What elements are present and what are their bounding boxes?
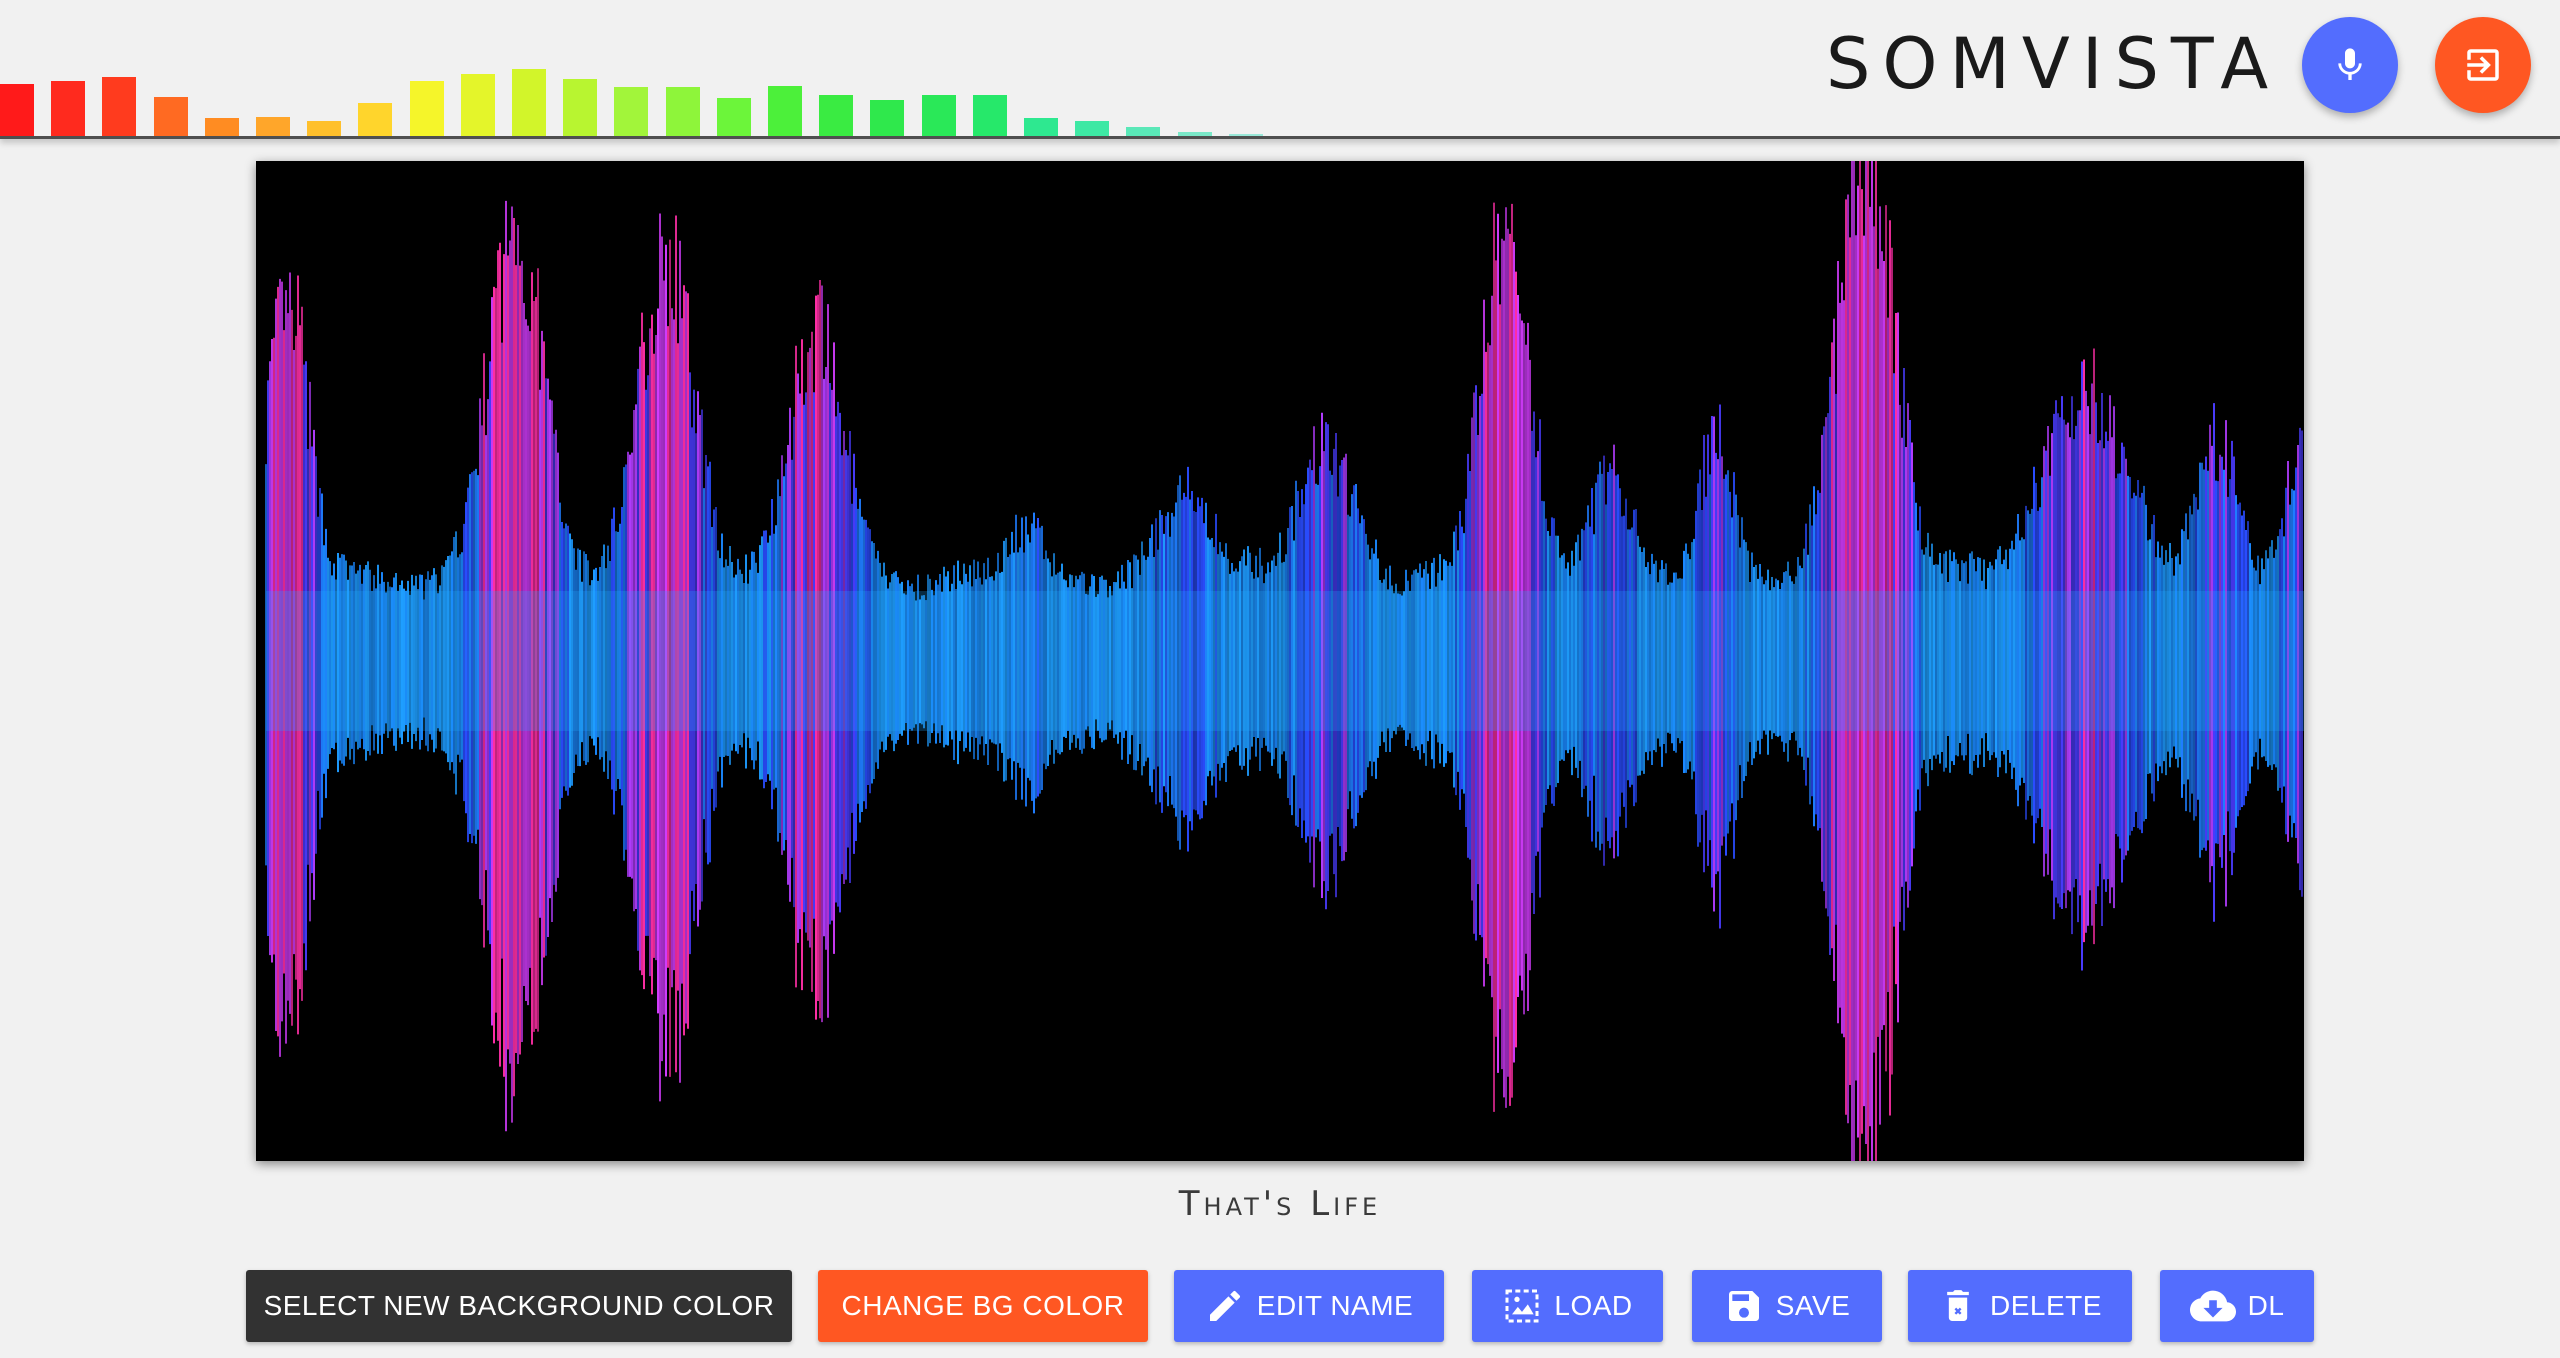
logo-text: SOMVISTA xyxy=(1826,23,2281,105)
level-bar xyxy=(51,81,85,136)
level-bar xyxy=(768,86,802,136)
level-bar xyxy=(410,81,444,136)
edit-name-button[interactable]: EDIT NAME xyxy=(1174,1270,1444,1342)
microphone-icon xyxy=(2338,48,2362,80)
audio-level-meter xyxy=(0,0,1300,136)
level-bar xyxy=(461,74,495,136)
load-label: LOAD xyxy=(1554,1290,1633,1321)
save-label: SAVE xyxy=(1775,1290,1851,1321)
level-bar xyxy=(819,95,853,136)
app-header: SOMVISTA xyxy=(0,0,2560,139)
waveform-graphic xyxy=(256,161,2304,1161)
level-bar xyxy=(205,118,239,136)
exit-icon xyxy=(2467,49,2499,81)
change-bg-label: CHANGE BG COLOR xyxy=(841,1290,1125,1321)
level-bar xyxy=(154,97,188,136)
somvista-logo: SOMVISTA xyxy=(1826,23,2280,105)
level-bar xyxy=(614,87,648,136)
select-bg-label: SELECT NEW BACKGROUND COLOR xyxy=(263,1290,775,1321)
level-bar xyxy=(922,95,956,136)
level-bar xyxy=(1126,127,1160,136)
level-bar xyxy=(1229,134,1263,136)
action-toolbar: SELECT NEW BACKGROUND COLOR CHANGE BG CO… xyxy=(0,1270,2560,1342)
level-bar xyxy=(512,69,546,136)
level-bar xyxy=(307,121,341,136)
level-bar xyxy=(1024,118,1058,136)
level-bar xyxy=(563,79,597,136)
level-bar xyxy=(870,100,904,136)
level-bar xyxy=(256,117,290,136)
level-bar xyxy=(358,103,392,136)
level-bar xyxy=(973,95,1007,136)
waveform-core-band xyxy=(266,591,2304,731)
image-load-icon xyxy=(1505,1289,1539,1323)
delete-label: DELETE xyxy=(1990,1290,2102,1321)
microphone-button[interactable] xyxy=(2302,17,2398,113)
download-button[interactable]: DL xyxy=(2160,1270,2314,1342)
download-label: DL xyxy=(2247,1290,2285,1321)
waveform-visualizer xyxy=(256,161,2304,1161)
level-bar xyxy=(1178,132,1212,136)
trash-icon xyxy=(1947,1290,1969,1321)
pencil-icon xyxy=(1209,1290,1240,1321)
track-name[interactable]: That's Life xyxy=(0,1184,2560,1224)
exit-button[interactable] xyxy=(2435,17,2531,113)
save-button[interactable]: SAVE xyxy=(1692,1270,1882,1342)
floppy-disk-icon xyxy=(1728,1291,1759,1321)
change-bg-color-button[interactable]: CHANGE BG COLOR xyxy=(818,1270,1148,1342)
delete-button[interactable]: DELETE xyxy=(1908,1270,2132,1342)
load-button[interactable]: LOAD xyxy=(1472,1270,1663,1342)
level-bar xyxy=(717,98,751,136)
level-bar xyxy=(0,84,34,136)
level-bar xyxy=(102,77,136,136)
level-bar xyxy=(666,87,700,136)
edit-name-label: EDIT NAME xyxy=(1256,1290,1414,1321)
select-new-background-color-button[interactable]: SELECT NEW BACKGROUND COLOR xyxy=(246,1270,792,1342)
level-bar xyxy=(1075,121,1109,136)
cloud-download-icon xyxy=(2189,1290,2236,1322)
